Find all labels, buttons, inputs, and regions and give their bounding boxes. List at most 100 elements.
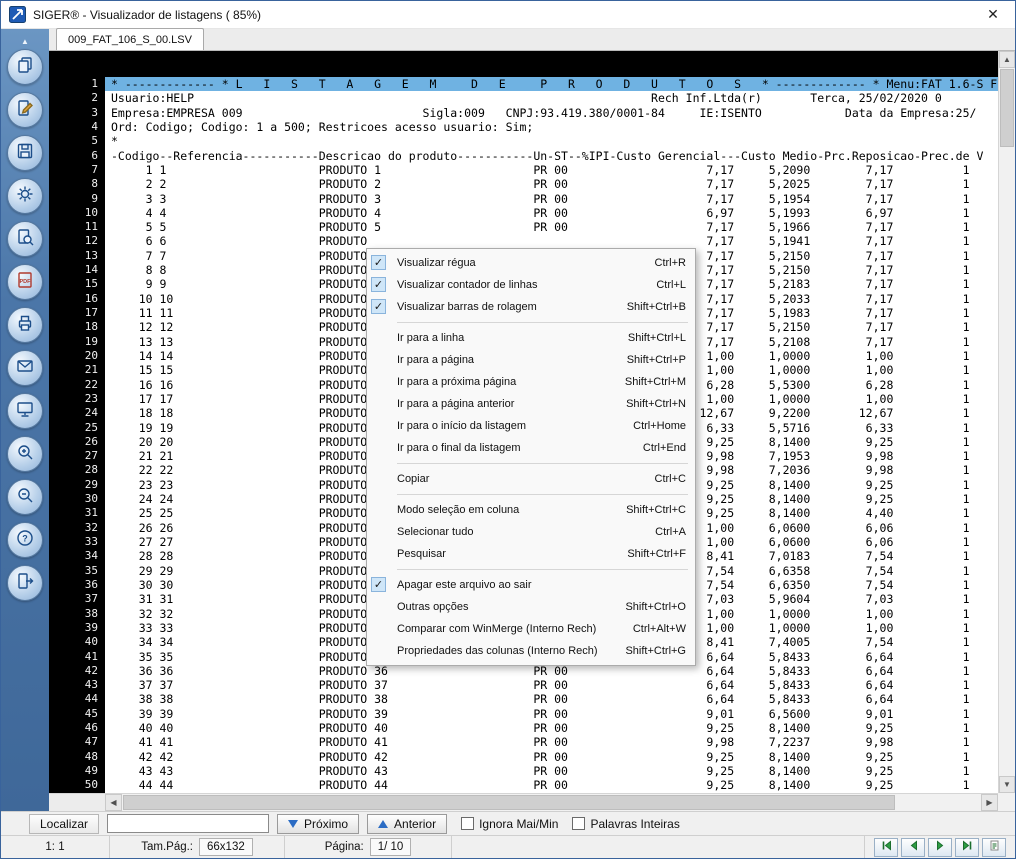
page-number-label: Página:: [325, 841, 364, 853]
copy-button[interactable]: [7, 49, 43, 85]
listing-line: Empresa:EMPRESA 009 Sigla:009 CNPJ:93.41…: [111, 106, 998, 120]
menu-item[interactable]: Ir para a páginaShift+Ctrl+P: [367, 349, 695, 371]
help-button[interactable]: ?: [7, 522, 43, 558]
menu-item-label: Pesquisar: [397, 548, 446, 560]
line-number: 4: [49, 120, 98, 134]
pdf-button[interactable]: PDF: [7, 264, 43, 300]
line-number: 26: [49, 435, 98, 449]
listing-line: 39 39 PRODUTO 39 PR 00 9,01 6,5600 9,01 …: [111, 707, 998, 721]
toolbar-scroll-up-icon[interactable]: ▲: [1, 33, 49, 49]
arrow-down-icon: [288, 820, 298, 828]
menu-item[interactable]: Ir para a página anteriorShift+Ctrl+N: [367, 393, 695, 415]
save-button[interactable]: [7, 135, 43, 171]
menu-item[interactable]: ✓Visualizar barras de rolagemShift+Ctrl+…: [367, 296, 695, 318]
menu-item[interactable]: Ir para o final da listagemCtrl+End: [367, 437, 695, 459]
menu-item-label: Modo seleção em coluna: [397, 504, 519, 516]
menu-item-label: Visualizar régua: [397, 257, 476, 269]
vertical-scroll-thumb[interactable]: [1000, 69, 1014, 147]
whole-words-checkbox[interactable]: Palavras Inteiras: [572, 817, 679, 831]
status-filler: [452, 836, 865, 858]
menu-item[interactable]: Selecionar tudoCtrl+A: [367, 521, 695, 543]
line-number: 27: [49, 449, 98, 463]
last-page-icon: [961, 839, 974, 855]
last-page-button[interactable]: [955, 838, 979, 857]
menu-item[interactable]: ✓Visualizar contador de linhasCtrl+L: [367, 274, 695, 296]
checkbox-box: [572, 817, 585, 830]
menu-item-shortcut: Shift+Ctrl+O: [609, 601, 686, 613]
menu-item[interactable]: Modo seleção em colunaShift+Ctrl+C: [367, 499, 695, 521]
line-number: 50: [49, 778, 98, 792]
email-button[interactable]: [7, 350, 43, 386]
title-bar: SIGER® - Visualizador de listagens ( 85%…: [1, 1, 1015, 29]
arrow-up-icon: [378, 820, 388, 828]
tab-strip: 009_FAT_106_S_00.LSV: [49, 29, 1015, 51]
next-page-button[interactable]: [928, 838, 952, 857]
exit-button[interactable]: [7, 565, 43, 601]
menu-item[interactable]: Pesquisar Shift+Ctrl+F: [367, 543, 695, 565]
listing-line: 6 6 PRODUTO 7,17 5,1941 7,17 1: [111, 234, 998, 248]
menu-item[interactable]: ✓Visualizar réguaCtrl+R: [367, 252, 695, 274]
line-number: 46: [49, 721, 98, 735]
line-number: 13: [49, 249, 98, 263]
print-button[interactable]: [7, 307, 43, 343]
page-number-value: 1/ 10: [370, 838, 412, 856]
scrollbar-corner: [998, 793, 1015, 811]
ignore-case-checkbox[interactable]: Ignora Mai/Min: [461, 817, 558, 831]
line-number: 15: [49, 277, 98, 291]
screen-button[interactable]: [7, 393, 43, 429]
line-number: 44: [49, 692, 98, 706]
menu-item[interactable]: Ir para o início da listagemCtrl+Home: [367, 415, 695, 437]
line-number: 42: [49, 664, 98, 678]
line-number: 37: [49, 592, 98, 606]
menu-item[interactable]: Comparar com WinMerge (Interno Rech)Ctrl…: [367, 618, 695, 640]
zoom-in-button[interactable]: [7, 436, 43, 472]
email-icon: [15, 356, 35, 381]
listing-line: *: [111, 134, 998, 148]
find-input[interactable]: [107, 814, 269, 833]
menu-item-shortcut: Shift+Ctrl+G: [609, 645, 686, 657]
cursor-position: 1: 1: [1, 836, 110, 858]
close-button[interactable]: ✕: [971, 1, 1015, 28]
prev-page-button[interactable]: [901, 838, 925, 857]
find-next-button[interactable]: Próximo: [277, 814, 359, 834]
toolbar-sidebar: ▲ PDF?: [1, 29, 49, 811]
line-number: 48: [49, 750, 98, 764]
vertical-scrollbar[interactable]: ▲ ▼: [998, 51, 1015, 793]
check-icon: ✓: [371, 255, 386, 270]
find-prev-button[interactable]: Anterior: [367, 814, 447, 834]
menu-item[interactable]: Outras opções Shift+Ctrl+O: [367, 596, 695, 618]
zoom-out-button[interactable]: [7, 479, 43, 515]
menu-item[interactable]: Ir para a linhaShift+Ctrl+L: [367, 327, 695, 349]
scroll-down-icon[interactable]: ▼: [999, 776, 1015, 793]
menu-item-shortcut: Shift+Ctrl+F: [611, 548, 686, 560]
scroll-right-icon[interactable]: ▶: [981, 794, 998, 811]
tab-listing-file[interactable]: 009_FAT_106_S_00.LSV: [56, 28, 204, 50]
edit-button[interactable]: [7, 92, 43, 128]
horizontal-scrollbar[interactable]: ◀ ▶: [105, 793, 998, 811]
settings-icon: [15, 184, 35, 209]
line-number: 41: [49, 650, 98, 664]
line-number: 34: [49, 549, 98, 563]
listing-line: Ord: Codigo; Codigo: 1 a 500; Restricoes…: [111, 120, 998, 134]
menu-item-shortcut: Ctrl+End: [627, 442, 686, 454]
line-number: 39: [49, 621, 98, 635]
save-icon: [15, 141, 35, 166]
goto-page-button[interactable]: [982, 838, 1006, 857]
zoom-in-icon: [15, 442, 35, 467]
status-bar: 1: 1 Tam.Pág.: 66x132 Página: 1/ 10: [1, 835, 1015, 858]
menu-item-shortcut: Ctrl+L: [640, 279, 686, 291]
menu-item[interactable]: CopiarCtrl+C: [367, 468, 695, 490]
listing-line: 41 41 PRODUTO 41 PR 00 9,98 7,2237 9,98 …: [111, 735, 998, 749]
copy-icon: [15, 55, 35, 80]
preview-button[interactable]: [7, 221, 43, 257]
menu-item[interactable]: ✓Apagar este arquivo ao sair: [367, 574, 695, 596]
menu-item[interactable]: Propriedades das colunas (Interno Rech)S…: [367, 640, 695, 662]
scroll-up-icon[interactable]: ▲: [999, 51, 1015, 68]
first-page-button[interactable]: [874, 838, 898, 857]
checkbox-box: [461, 817, 474, 830]
menu-item-label: Outras opções: [397, 601, 469, 613]
settings-button[interactable]: [7, 178, 43, 214]
scroll-left-icon[interactable]: ◀: [105, 794, 122, 811]
menu-item[interactable]: Ir para a próxima páginaShift+Ctrl+M: [367, 371, 695, 393]
horizontal-scroll-thumb[interactable]: [123, 795, 895, 810]
